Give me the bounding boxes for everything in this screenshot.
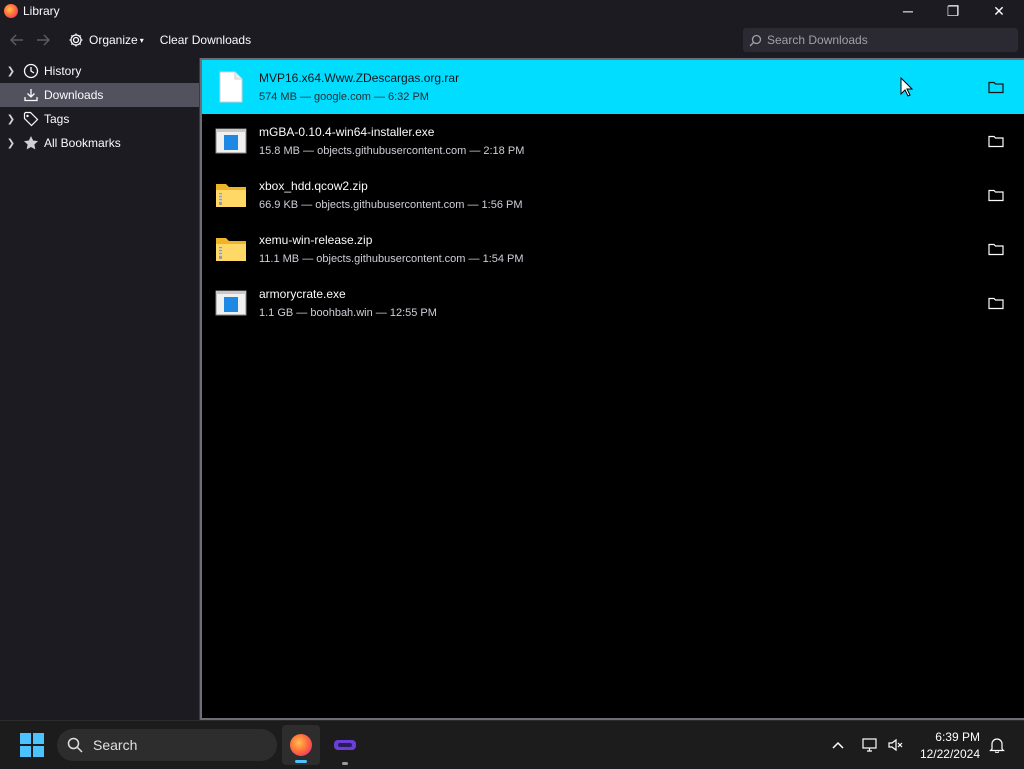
star-icon <box>22 134 40 152</box>
chevron-right-icon[interactable]: ❯ <box>0 114 22 125</box>
gear-icon <box>69 33 83 47</box>
network-icon <box>862 738 877 752</box>
maximize-button[interactable]: ❐ <box>930 0 976 22</box>
taskbar: Search 6:39 PM 12/22/2024 <box>0 720 1024 768</box>
sidebar-item-tags[interactable]: ❯ Tags <box>0 107 199 131</box>
zip-folder-icon <box>214 178 248 212</box>
firefox-icon <box>4 4 18 18</box>
organize-label: Organize <box>89 33 138 47</box>
folder-icon <box>988 297 1004 310</box>
open-folder-button[interactable] <box>986 77 1006 97</box>
download-filename: mGBA-0.10.4-win64-installer.exe <box>259 124 435 139</box>
search-downloads-input[interactable] <box>767 33 1007 47</box>
download-filename: xbox_hdd.qcow2.zip <box>259 178 368 193</box>
download-item[interactable]: armorycrate.exe 1.1 GB — boohbah.win — 1… <box>202 276 1024 330</box>
close-button[interactable]: ✕ <box>976 0 1022 22</box>
organize-button[interactable]: Organize ▾ <box>64 27 148 53</box>
forward-button[interactable] <box>30 27 56 53</box>
taskbar-clock[interactable]: 6:39 PM 12/22/2024 <box>920 729 980 763</box>
folder-icon <box>988 81 1004 94</box>
taskbar-search-box[interactable]: Search <box>57 729 277 761</box>
tag-icon <box>22 110 40 128</box>
sidebar-item-history[interactable]: ❯ History <box>0 59 199 83</box>
volume-button[interactable] <box>884 721 908 769</box>
chevron-up-icon <box>832 741 844 749</box>
sidebar-item-label: History <box>44 64 82 78</box>
show-hidden-icons-button[interactable] <box>828 721 848 769</box>
running-indicator <box>342 762 348 765</box>
start-button[interactable] <box>14 721 50 769</box>
speaker-muted-icon <box>888 738 903 752</box>
taskbar-firefox-button[interactable] <box>282 725 320 765</box>
zip-folder-icon <box>214 232 248 266</box>
download-status: 15.8 MB — objects.githubusercontent.com … <box>259 144 525 157</box>
clock-date: 12/22/2024 <box>919 747 980 761</box>
window-title: Library <box>23 4 60 18</box>
download-filename: MVP16.x64.Www.ZDescargas.org.rar <box>259 70 460 85</box>
folder-icon <box>988 135 1004 148</box>
toolbar: Organize ▾ Clear Downloads <box>0 22 1024 58</box>
download-status: 1.1 GB — boohbah.win — 12:55 PM <box>259 306 437 319</box>
download-status: 574 MB — google.com — 6:32 PM <box>259 90 429 103</box>
notifications-button[interactable] <box>986 721 1008 769</box>
folder-icon <box>988 189 1004 202</box>
clear-downloads-button[interactable]: Clear Downloads <box>156 27 255 53</box>
generic-file-icon <box>214 70 248 104</box>
search-icon <box>67 737 83 753</box>
taskbar-search-label: Search <box>93 737 138 753</box>
active-indicator <box>295 760 307 763</box>
open-folder-button[interactable] <box>986 131 1006 151</box>
sidebar-item-downloads[interactable]: Downloads <box>0 83 199 107</box>
download-item[interactable]: xemu-win-release.zip 11.1 MB — objects.g… <box>202 222 1024 276</box>
minimize-button[interactable]: ─ <box>885 0 931 22</box>
folder-icon <box>988 243 1004 256</box>
open-folder-button[interactable] <box>986 293 1006 313</box>
download-icon <box>22 86 40 104</box>
library-sidebar: ❯ History Downloads ❯ Tags ❯ All Bookmar… <box>0 58 200 720</box>
download-filename: armorycrate.exe <box>259 286 346 301</box>
bell-icon <box>989 738 1005 753</box>
firefox-icon <box>290 734 312 756</box>
chevron-right-icon[interactable]: ❯ <box>0 138 22 149</box>
mouse-cursor-icon <box>900 77 914 97</box>
open-folder-button[interactable] <box>986 239 1006 259</box>
clock-time: 6:39 PM <box>935 730 980 744</box>
download-item[interactable]: xbox_hdd.qcow2.zip 66.9 KB — objects.git… <box>202 168 1024 222</box>
download-status: 66.9 KB — objects.githubusercontent.com … <box>259 198 523 211</box>
exe-file-icon <box>214 124 248 158</box>
download-filename: xemu-win-release.zip <box>259 232 373 247</box>
sidebar-item-label: All Bookmarks <box>44 136 121 150</box>
windows-logo-icon <box>20 733 44 757</box>
sidebar-item-all-bookmarks[interactable]: ❯ All Bookmarks <box>0 131 199 155</box>
download-item[interactable]: mGBA-0.10.4-win64-installer.exe 15.8 MB … <box>202 114 1024 168</box>
network-status-button[interactable] <box>858 721 882 769</box>
title-bar: Library ─ ❐ ✕ <box>0 0 1024 22</box>
controller-app-icon <box>334 740 356 750</box>
back-button[interactable] <box>4 27 30 53</box>
arrow-left-icon <box>10 34 23 46</box>
search-icon <box>749 34 762 46</box>
arrow-right-icon <box>37 34 50 46</box>
exe-file-icon <box>214 286 248 320</box>
taskbar-app-button[interactable] <box>326 721 364 769</box>
sidebar-item-label: Downloads <box>44 88 104 102</box>
open-folder-button[interactable] <box>986 185 1006 205</box>
search-downloads-box[interactable] <box>743 28 1018 52</box>
downloads-list: MVP16.x64.Www.ZDescargas.org.rar 574 MB … <box>200 58 1024 720</box>
download-status: 11.1 MB — objects.githubusercontent.com … <box>259 252 524 265</box>
sidebar-item-label: Tags <box>44 112 70 126</box>
chevron-right-icon[interactable]: ❯ <box>0 66 22 77</box>
chevron-down-icon: ▾ <box>139 35 144 45</box>
clock-icon <box>22 62 40 80</box>
